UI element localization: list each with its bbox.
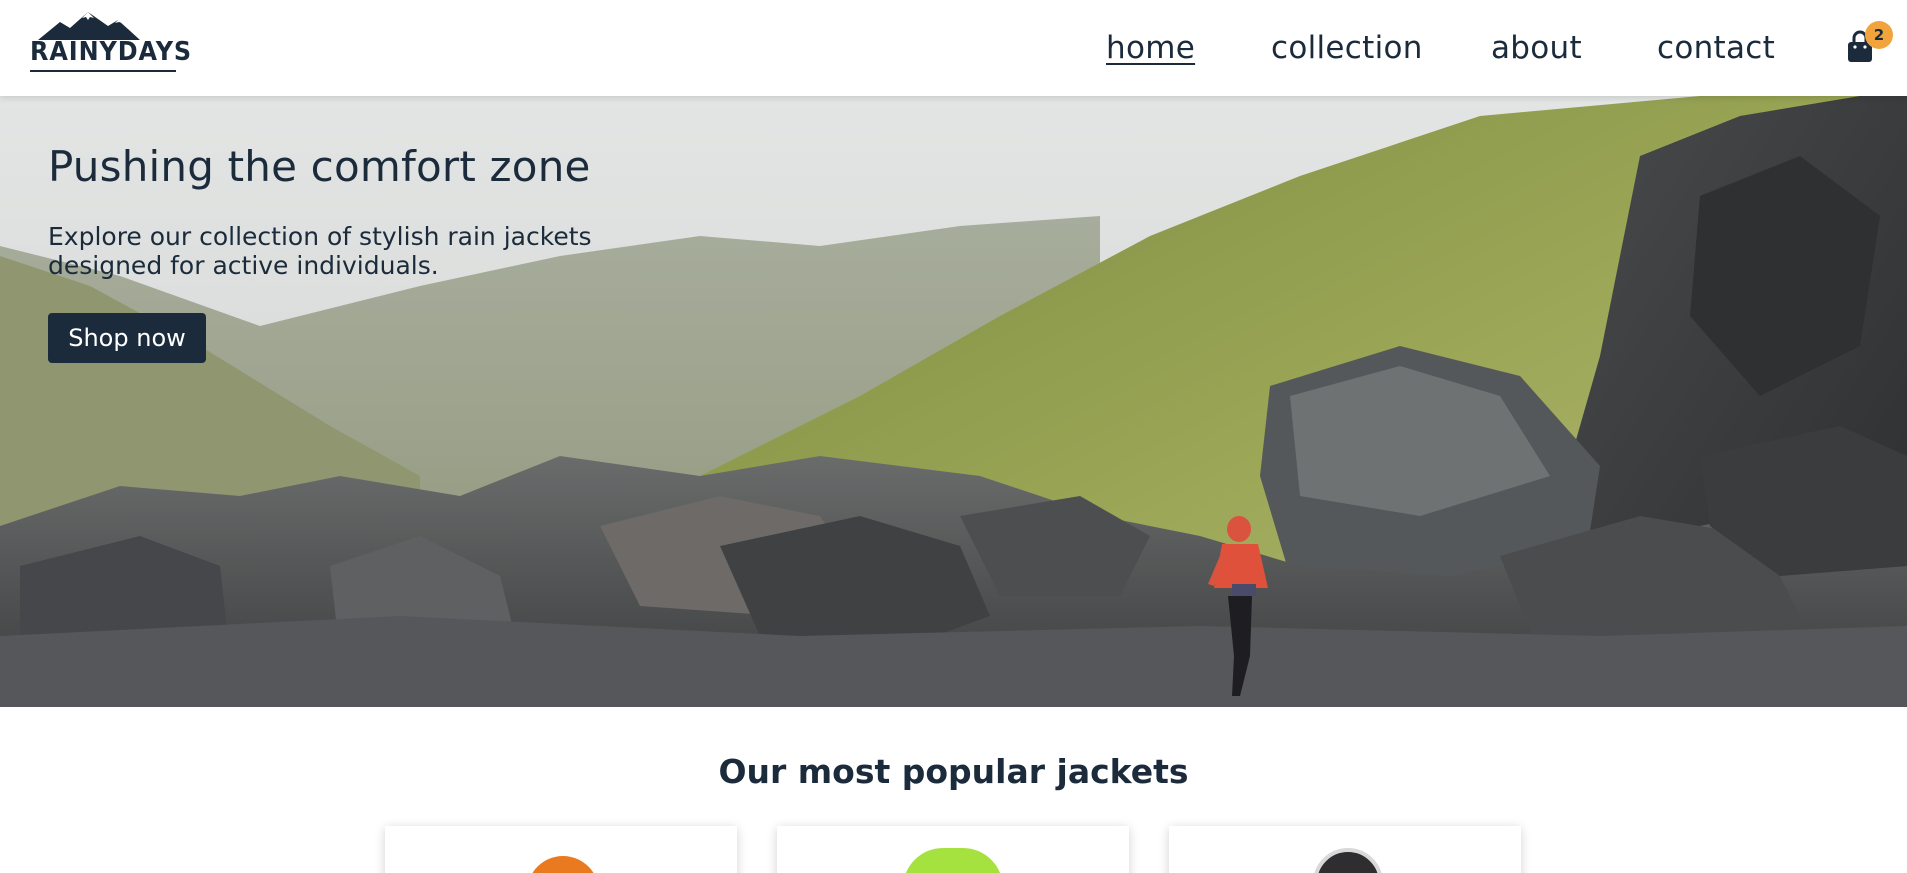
- site-header: RAINYDAYS home collection about contact …: [0, 0, 1907, 96]
- shop-now-button[interactable]: Shop now: [48, 313, 206, 363]
- cart-count-badge: 2: [1865, 21, 1893, 49]
- popular-section-title: Our most popular jackets: [718, 752, 1189, 791]
- brand-logo[interactable]: RAINYDAYS: [30, 10, 193, 76]
- hero-description: Explore our collection of stylish rain j…: [48, 222, 592, 280]
- product-card[interactable]: [777, 826, 1129, 873]
- jacket-image: [903, 848, 1003, 873]
- product-card[interactable]: [385, 826, 737, 873]
- nav-link-about[interactable]: about: [1491, 30, 1582, 66]
- hero-banner: Pushing the comfort zone Explore our col…: [0, 96, 1907, 707]
- nav-link-contact[interactable]: contact: [1657, 30, 1775, 66]
- nav-link-collection[interactable]: collection: [1271, 30, 1423, 66]
- hero-title: Pushing the comfort zone: [48, 142, 591, 191]
- logo-underline: [30, 70, 176, 72]
- jacket-image: [527, 856, 599, 873]
- jacket-image: [1313, 848, 1383, 873]
- logo-text: RAINYDAYS: [30, 37, 193, 67]
- product-card[interactable]: [1169, 826, 1521, 873]
- nav-link-home[interactable]: home: [1106, 30, 1195, 66]
